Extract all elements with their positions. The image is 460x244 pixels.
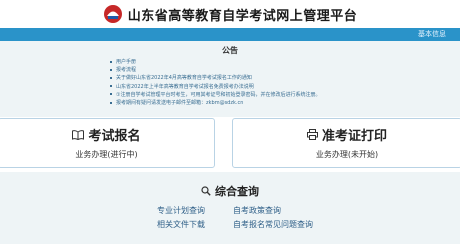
notice-item[interactable]: 用户手册 bbox=[110, 58, 430, 66]
notice-item-text: 报考流程 bbox=[116, 67, 137, 74]
exam-signup-status: 业务办理(进行中) bbox=[75, 150, 138, 159]
admission-ticket-title: 准考证打印 bbox=[321, 129, 387, 144]
site-header: 山东省高等教育自学考试网上管理平台 bbox=[0, 0, 460, 28]
open-book-icon bbox=[72, 129, 85, 140]
top-nav-bar: 基本信息 bbox=[0, 28, 460, 41]
notice-item-text: 关于做好山东省2022年4月高等教育自学考试报名工作的通知 bbox=[116, 75, 252, 82]
exam-signup-card[interactable]: 考试报名 业务办理(进行中) bbox=[0, 118, 215, 168]
emblem-logo-icon bbox=[103, 5, 122, 23]
query-head: 综合查询 bbox=[0, 183, 460, 199]
exam-signup-head: 考试报名 bbox=[0, 125, 214, 144]
notice-item[interactable]: 山东省2022年上半年高等教育自学考试报名免费报考办法说明 bbox=[110, 83, 430, 91]
notice-item-text: 山东省2022年上半年高等教育自学考试报名免费报考办法说明 bbox=[116, 83, 254, 90]
search-icon bbox=[201, 186, 211, 196]
notice-item-text: 用户手册 bbox=[116, 59, 137, 65]
bullet-icon bbox=[110, 60, 112, 63]
notice-item-text: ①注册自学考试管理平台时考生，可用其考证号和初始登录密码，并在修改后进行系统注册… bbox=[116, 91, 321, 98]
exam-signup-title: 考试报名 bbox=[88, 129, 141, 144]
notice-item[interactable]: 关于做好山东省2022年4月高等教育自学考试报名工作的通知 bbox=[110, 74, 430, 82]
basic-info-link[interactable]: 基本信息 bbox=[418, 29, 446, 40]
major-plan-query-link[interactable]: 专业计划查询 bbox=[157, 205, 205, 216]
notice-item[interactable]: 报考流程 bbox=[110, 66, 430, 74]
notice-list: 用户手册 报考流程 关于做好山东省2022年4月高等教育自学考试报名工作的通知 … bbox=[110, 58, 430, 107]
admission-ticket-status: 业务办理(未开始) bbox=[315, 150, 379, 159]
admission-ticket-head: 准考证打印 bbox=[233, 125, 460, 144]
notice-title: 公告 bbox=[222, 46, 238, 55]
general-query-panel: 综合查询 专业计划查询 自考政策查询 相关文件下载 自考报名常见问题查询 bbox=[0, 172, 460, 244]
notice-item-text: 报考期间有疑问请发送电子邮件至邮箱：zkbm@sdzk.cn bbox=[116, 100, 244, 107]
bullet-icon bbox=[110, 76, 112, 79]
bullet-icon bbox=[110, 101, 112, 104]
notice-item[interactable]: 报考期间有疑问请发送电子邮件至邮箱：zkbm@sdzk.cn bbox=[110, 99, 430, 107]
policy-query-link[interactable]: 自考政策查询 bbox=[233, 205, 281, 216]
bullet-icon bbox=[110, 93, 112, 96]
notice-item[interactable]: ①注册自学考试管理平台时考生，可用其考证号和初始登录密码，并在修改后进行系统注册… bbox=[110, 91, 430, 99]
file-download-link[interactable]: 相关文件下载 bbox=[157, 219, 205, 230]
faq-query-link[interactable]: 自考报名常见问题查询 bbox=[233, 219, 313, 230]
notice-panel: 公告 用户手册 报考流程 关于做好山东省2022年4月高等教育自学考试报名工作的… bbox=[0, 41, 460, 117]
site-title: 山东省高等教育自学考试网上管理平台 bbox=[127, 8, 358, 24]
bullet-icon bbox=[110, 85, 112, 88]
bullet-icon bbox=[110, 68, 112, 71]
admission-ticket-card[interactable]: 准考证打印 业务办理(未开始) bbox=[232, 118, 460, 168]
print-icon bbox=[306, 129, 318, 140]
query-title: 综合查询 bbox=[215, 185, 259, 198]
